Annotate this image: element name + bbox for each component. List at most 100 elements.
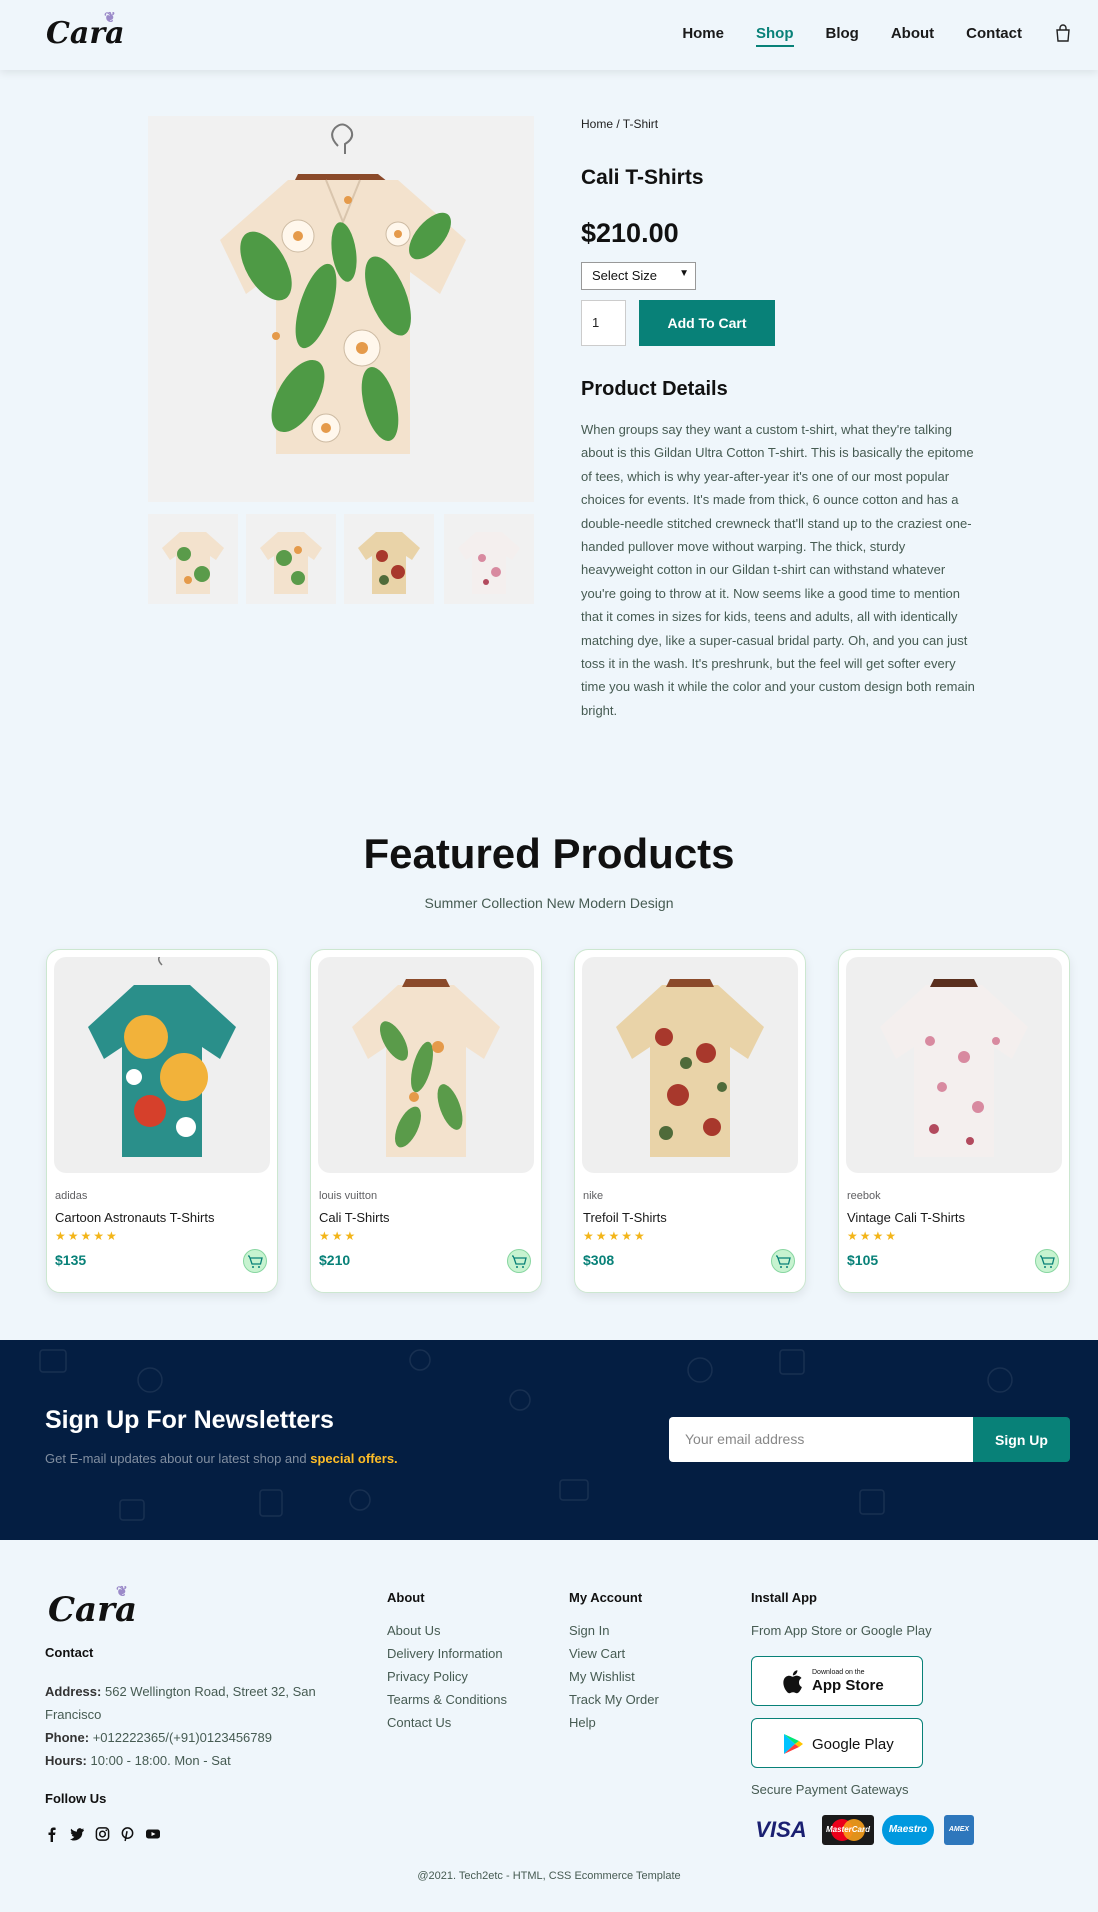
product-details-text: When groups say they want a custom t-shi… (581, 422, 975, 718)
sign-in-link[interactable]: Sign In (569, 1623, 609, 1638)
newsletter-section: Sign Up For Newsletters Get E-mail updat… (0, 1340, 1098, 1540)
terms-link[interactable]: Tearms & Conditions (387, 1692, 507, 1707)
nav-blog[interactable]: Blog (826, 25, 859, 42)
mastercard-icon: MasterCard (822, 1815, 874, 1845)
star-rating: ★★★ (319, 1229, 358, 1243)
hours-line: Hours: 10:00 - 18:00. Mon - Sat (45, 1753, 231, 1768)
star-rating: ★★★★ (847, 1229, 899, 1243)
nav-about[interactable]: About (891, 25, 934, 42)
sign-up-button[interactable]: Sign Up (973, 1417, 1070, 1462)
chevron-down-icon: ▼ (679, 268, 689, 279)
product-image (846, 957, 1062, 1173)
thumbnail-1[interactable] (148, 514, 238, 604)
email-input[interactable]: Your email address (669, 1417, 974, 1462)
youtube-icon[interactable] (145, 1826, 161, 1842)
newsletter-text-main: Get E-mail updates about our latest shop… (45, 1451, 307, 1466)
star-rating: ★★★★★ (55, 1229, 119, 1243)
nav-contact[interactable]: Contact (966, 25, 1022, 42)
product-name[interactable]: Cali T-Shirts (319, 1210, 390, 1225)
amex-icon: AMEX (944, 1815, 974, 1845)
product-price: $135 (55, 1252, 87, 1268)
add-to-cart-button[interactable]: Add To Cart (639, 300, 775, 346)
product-image (318, 957, 534, 1173)
newsletter-highlight: special offers. (310, 1451, 398, 1466)
footer-logo[interactable]: Cara ❦ (48, 1584, 137, 1630)
apple-icon (783, 1670, 802, 1694)
delivery-link[interactable]: Delivery Information (387, 1646, 503, 1661)
privacy-link[interactable]: Privacy Policy (387, 1669, 468, 1684)
app-store-button[interactable]: Download on the App Store (751, 1656, 923, 1706)
thumbnail-2[interactable] (246, 514, 336, 604)
product-name[interactable]: Cartoon Astronauts T-Shirts (55, 1210, 214, 1225)
quantity-input[interactable]: 1 (581, 300, 626, 346)
product-price: $210 (319, 1252, 351, 1268)
lavender-sprig-icon: ❦ (104, 10, 116, 26)
google-play-button[interactable]: Google Play (751, 1718, 923, 1768)
install-app-heading: Install App (751, 1590, 817, 1605)
instagram-icon[interactable] (95, 1826, 110, 1842)
payment-heading: Secure Payment Gateways (751, 1782, 909, 1797)
product-name[interactable]: Trefoil T-Shirts (583, 1210, 667, 1225)
google-play-icon (784, 1734, 803, 1754)
product-card[interactable]: nike Trefoil T-Shirts ★★★★★ $308 (574, 949, 806, 1293)
thumbnail-3[interactable] (344, 514, 434, 604)
star-rating: ★★★★★ (583, 1229, 647, 1243)
contact-heading: Contact (45, 1645, 94, 1660)
product-name[interactable]: Vintage Cali T-Shirts (847, 1210, 965, 1225)
install-app-subtext: From App Store or Google Play (751, 1623, 932, 1638)
featured-title: Featured Products (363, 830, 735, 877)
breadcrumb[interactable]: Home / T-Shirt (581, 117, 658, 131)
account-heading: My Account (569, 1590, 643, 1605)
product-details-heading: Product Details (581, 378, 728, 400)
product-brand: reebok (847, 1190, 881, 1202)
featured-subtitle: Summer Collection New Modern Design (424, 895, 674, 911)
about-heading: About (387, 1590, 425, 1605)
nav-home[interactable]: Home (682, 25, 724, 42)
product-brand: adidas (55, 1190, 88, 1202)
product-card[interactable]: louis vuitton Cali T-Shirts ★★★ $210 (310, 949, 542, 1293)
product-brand: louis vuitton (319, 1190, 378, 1202)
google-play-text: Google Play (812, 1736, 894, 1753)
social-links (45, 1826, 161, 1842)
app-store-small-text: Download on the (812, 1669, 865, 1676)
visa-icon: VISA (755, 1817, 807, 1842)
newsletter-text: Get E-mail updates about our latest shop… (45, 1451, 398, 1466)
product-title: Cali T-Shirts (581, 166, 704, 189)
cart-icon[interactable] (771, 1249, 795, 1273)
newsletter-heading: Sign Up For Newsletters (45, 1406, 334, 1434)
cart-icon[interactable] (243, 1249, 267, 1273)
follow-heading: Follow Us (45, 1791, 107, 1806)
help-link[interactable]: Help (569, 1715, 596, 1730)
product-main-image (148, 116, 534, 502)
about-us-link[interactable]: About Us (387, 1623, 440, 1638)
address-line: Address: 562 Wellington Road, Street 32,… (45, 1684, 316, 1722)
product-price: $105 (847, 1252, 879, 1268)
track-order-link[interactable]: Track My Order (569, 1692, 659, 1707)
product-card[interactable]: adidas Cartoon Astronauts T-Shirts ★★★★★… (46, 949, 278, 1293)
wishlist-link[interactable]: My Wishlist (569, 1669, 635, 1684)
nav-shop[interactable]: Shop (756, 25, 794, 47)
view-cart-link[interactable]: View Cart (569, 1646, 625, 1661)
product-image (582, 957, 798, 1173)
site-header: Cara ❦ Home Shop Blog About Contact (0, 0, 1098, 70)
maestro-icon: Maestro (882, 1815, 934, 1845)
cart-icon[interactable] (1035, 1249, 1059, 1273)
facebook-icon[interactable] (45, 1826, 59, 1842)
size-select-value: Select Size (592, 268, 658, 283)
main-nav: Home Shop Blog About Contact (682, 24, 1098, 47)
product-card[interactable]: reebok Vintage Cali T-Shirts ★★★★ $105 (838, 949, 1070, 1293)
twitter-icon[interactable] (69, 1826, 85, 1842)
pinterest-icon[interactable] (120, 1826, 135, 1842)
product-brand: nike (583, 1190, 604, 1202)
contact-us-link[interactable]: Contact Us (387, 1715, 451, 1730)
copyright: @2021. Tech2etc - HTML, CSS Ecommerce Te… (417, 1870, 681, 1882)
site-logo[interactable]: Cara ❦ (46, 10, 125, 51)
cart-icon[interactable] (507, 1249, 531, 1273)
product-price: $210.00 (581, 218, 679, 248)
lavender-sprig-icon: ❦ (116, 1584, 128, 1600)
phone-line: Phone: +012222365/(+91)0123456789 (45, 1730, 272, 1745)
product-price: $308 (583, 1252, 615, 1268)
size-select[interactable]: Select Size ▼ (581, 262, 696, 290)
thumbnail-4[interactable] (444, 514, 534, 604)
shopping-bag-icon[interactable] (1054, 24, 1072, 42)
